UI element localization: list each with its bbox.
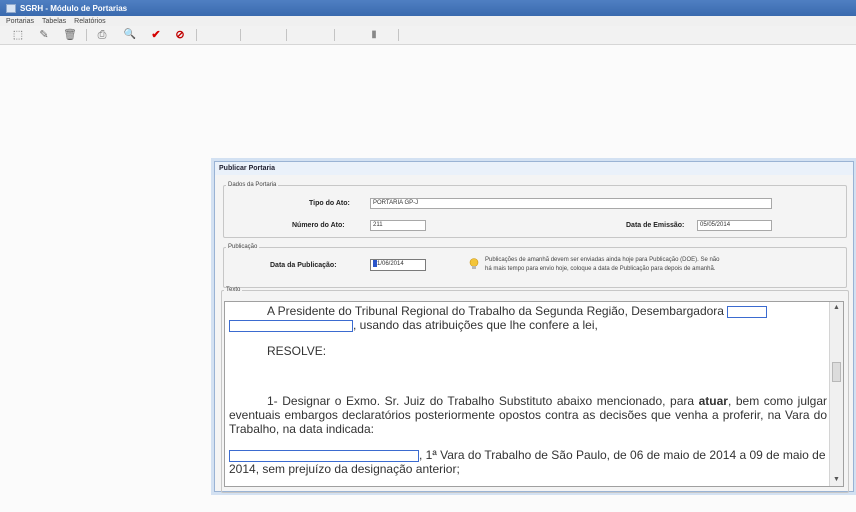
paragraph-assignment: , 1ª Vara do Trabalho de São Paulo, de 0… xyxy=(229,448,827,476)
window-titlebar: SGRH - Módulo de Portarias xyxy=(0,0,856,16)
toolbar-separator xyxy=(286,29,287,41)
portaria-document: A Presidente do Tribunal Regional do Tra… xyxy=(229,304,827,476)
designation-text-a: 1- Designar o Exmo. Sr. Juiz do Trabalho… xyxy=(267,394,699,408)
data-publicacao-value: 1/06/2014 xyxy=(377,261,404,268)
preamble-text: A Presidente do Tribunal Regional do Tra… xyxy=(267,304,724,318)
publicacao-hint-line-2: há mais tempo para envio hoje, coloque a… xyxy=(485,266,716,272)
scroll-down-icon[interactable]: ▼ xyxy=(830,474,843,486)
new-icon[interactable]: ⬚ xyxy=(10,28,26,42)
toolbar: ⬚ ✎ 🗑 ⎙ 🔍 ✔ ⊘ ▮ xyxy=(0,26,856,45)
texto-scrollbar[interactable]: ▲ ▼ xyxy=(829,302,843,486)
publicacao-hint-line-1: Publicações de amanhã devem ser enviadas… xyxy=(485,257,720,263)
toolbar-separator xyxy=(398,29,399,41)
edit-icon[interactable]: ✎ xyxy=(36,28,52,42)
paragraph-designation: 1- Designar o Exmo. Sr. Juiz do Trabalho… xyxy=(229,394,827,436)
data-emissao-field[interactable]: 05/05/2014 xyxy=(697,220,772,231)
publicacao-hint: Publicações de amanhã devem ser enviadas… xyxy=(485,256,719,274)
toggle-icon[interactable]: ▮ xyxy=(366,28,382,42)
paragraph-preamble-cont: , usando das atribuições que lhe confere… xyxy=(229,318,827,332)
scrollbar-thumb[interactable] xyxy=(832,362,841,382)
designation-bold: atuar xyxy=(698,394,728,408)
redacted-name-field[interactable] xyxy=(229,319,353,332)
toolbar-separator xyxy=(240,29,241,41)
resolve-heading: RESOLVE: xyxy=(267,344,327,358)
tipo-ato-label: Tipo do Ato: xyxy=(309,200,350,207)
menu-bar: Portarias Tabelas Relatórios xyxy=(0,16,856,26)
numero-ato-field[interactable]: 211 xyxy=(370,220,426,231)
data-publicacao-field[interactable]: 1/06/2014 xyxy=(370,259,426,271)
publicar-portaria-dialog: Publicar Portaria Dados da Portaria Tipo… xyxy=(214,161,854,493)
toolbar-separator xyxy=(196,29,197,41)
print-icon[interactable]: ⎙ xyxy=(94,28,110,42)
confirm-icon[interactable]: ✔ xyxy=(148,28,164,42)
search-icon[interactable]: 🔍 xyxy=(122,28,138,42)
cancel-icon[interactable]: ⊘ xyxy=(172,28,188,42)
preamble-cont-text: , usando das atribuições que lhe confere… xyxy=(353,318,598,332)
toolbar-separator xyxy=(86,29,87,41)
data-publicacao-label: Data da Publicação: xyxy=(270,262,337,269)
redacted-judge-field[interactable] xyxy=(229,449,419,462)
texto-legend: Texto xyxy=(226,287,241,293)
publicacao-legend: Publicação xyxy=(228,244,258,250)
tipo-ato-field[interactable]: PORTARIA GP-J xyxy=(370,198,772,209)
scroll-up-icon[interactable]: ▲ xyxy=(830,302,843,314)
numero-ato-label: Número do Ato: xyxy=(292,222,345,229)
dados-portaria-legend: Dados da Portaria xyxy=(228,182,277,188)
dialog-title: Publicar Portaria xyxy=(215,162,853,175)
menu-relatorios[interactable]: Relatórios xyxy=(74,18,106,25)
texto-editor[interactable]: A Presidente do Tribunal Regional do Tra… xyxy=(224,301,844,487)
data-emissao-label: Data de Emissão: xyxy=(626,222,685,229)
menu-tabelas[interactable]: Tabelas xyxy=(42,18,66,25)
app-icon xyxy=(6,3,16,13)
paragraph-preamble: A Presidente do Tribunal Regional do Tra… xyxy=(229,304,827,318)
lightbulb-icon xyxy=(469,258,479,269)
delete-icon[interactable]: 🗑 xyxy=(62,28,78,42)
menu-portarias[interactable]: Portarias xyxy=(6,18,34,25)
toolbar-separator xyxy=(334,29,335,41)
window-title: SGRH - Módulo de Portarias xyxy=(20,3,128,13)
redacted-name-field[interactable] xyxy=(727,305,768,318)
